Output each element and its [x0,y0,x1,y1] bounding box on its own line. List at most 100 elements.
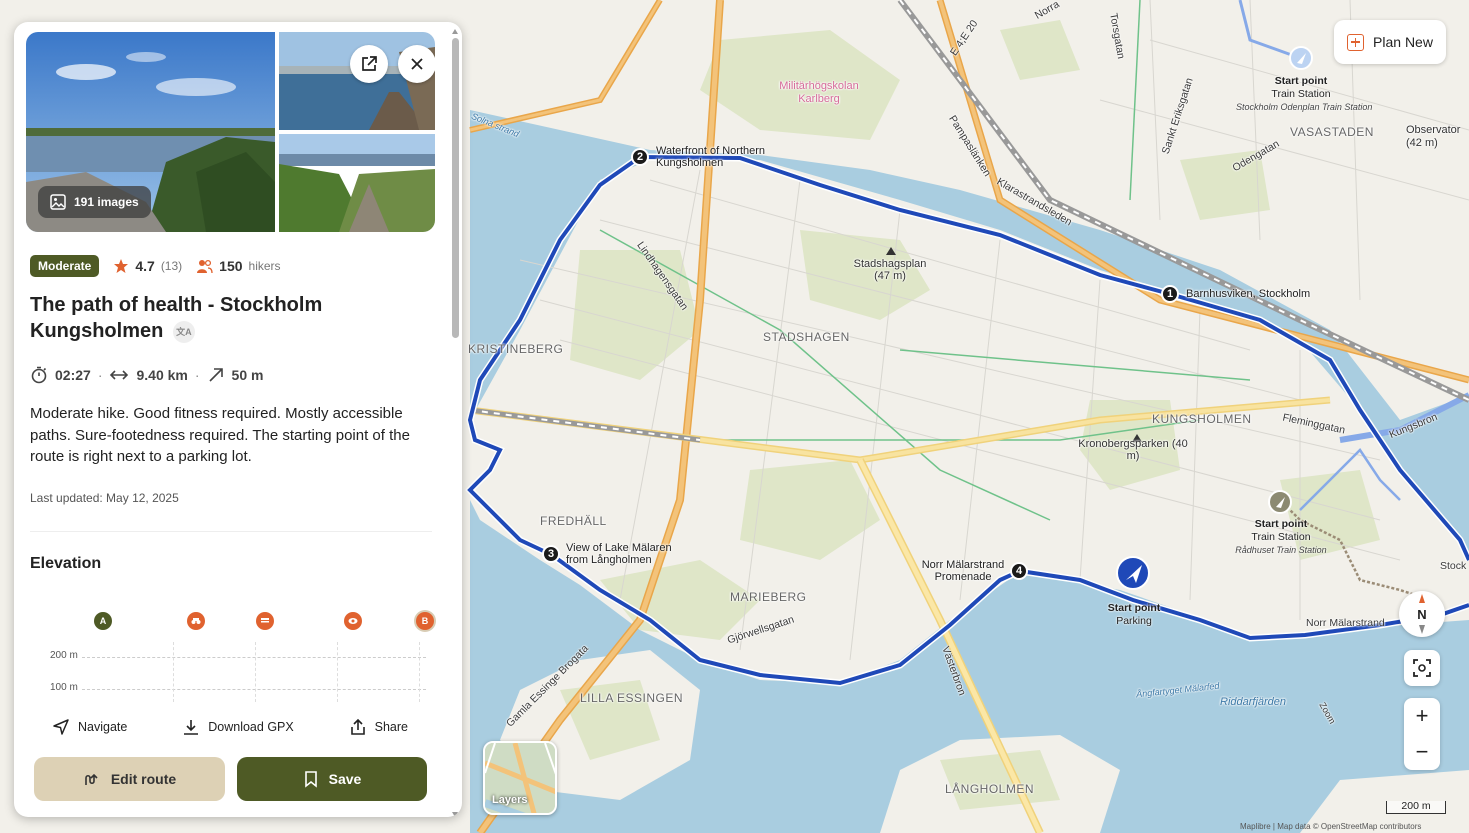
navigate-arrow-icon [53,719,69,735]
zoom-out-button[interactable]: − [1404,734,1440,770]
gallery-thumb-photo[interactable] [279,134,435,232]
translate-icon[interactable]: 文A [172,320,195,343]
map-label-stock: Stock [1440,560,1467,572]
navigate-button[interactable]: Navigate [52,718,127,736]
ascent-value: 50 m [231,367,264,383]
download-gpx-label: Download GPX [208,720,294,734]
rating-value: 4.7 [135,258,155,274]
edit-route-label: Edit route [110,771,177,787]
plus-square-icon [1347,33,1365,51]
edit-route-button[interactable]: Edit route [34,757,225,801]
binoculars-icon [191,618,201,624]
map-label-vasastaden: VASASTADEN [1290,125,1374,139]
ascent-arrow-icon [208,368,223,382]
route-description: Moderate hike. Good fitness required. Mo… [30,405,410,465]
start-point-label[interactable]: Start point Parking [1094,602,1174,628]
elevation-marker-line [173,642,174,702]
primary-actions: Edit route Save [34,757,427,801]
poi-marker-end[interactable]: B [416,612,434,630]
elevation-gridline [82,657,426,658]
users-icon [197,259,213,274]
start-point-label[interactable]: Start point Train Station Rådhuset Train… [1220,518,1342,557]
scale-bar: 200 m [1386,801,1446,814]
elevation-y-tick: 100 m [50,682,78,693]
scroll-up-arrow[interactable] [452,29,458,34]
waypoint-marker[interactable]: 4 [1010,562,1028,580]
navigate-label: Navigate [78,720,128,734]
bench-icon [261,618,269,623]
share-icon [350,718,365,735]
route-title: The path of health - Stockholm Kungsholm… [30,292,430,344]
map-label-lilla-essingen: LILLA ESSINGEN [580,691,684,705]
map-label-stadshagsplan: Stadshagsplan (47 m) [853,258,927,282]
zoom-in-button[interactable]: + [1404,698,1440,734]
hikers-count-value: 150 [219,258,243,274]
close-icon [411,58,423,70]
map-label-riddarfjarden: Riddarfjärden [1220,696,1287,708]
locate-button[interactable] [1404,650,1440,686]
panel-scrollbar[interactable] [452,29,459,817]
star-icon [114,259,129,273]
start-point-sub2: Rådhuset Train Station [1235,545,1327,555]
share-button[interactable]: Share [349,718,408,736]
save-label: Save [328,771,362,787]
map-label-militar: Militärhögskolan Karlberg [779,80,859,105]
map-label-observatory: Observator (42 m) [1406,124,1461,149]
map-attribution[interactable]: Maplibre | Map data © OpenStreetMap cont… [1240,822,1421,831]
distance-arrows-icon [110,370,129,380]
poi-marker-bench[interactable] [256,612,274,630]
route-actions: Navigate Download GPX Share [30,718,430,736]
map-label-fredhall: FREDHÄLL [540,514,607,528]
image-count-button[interactable]: 191 images [38,186,151,218]
stopwatch-icon [31,366,47,384]
map-label-marieberg: MARIEBERG [730,590,807,604]
scroll-down-arrow[interactable] [452,812,458,817]
elevation-chart[interactable]: A B 200 m 100 m [30,602,440,702]
elevation-y-tick: 200 m [50,650,78,661]
share-label: Share [374,720,408,734]
poi-marker-eye[interactable] [344,612,362,630]
layers-button[interactable]: Layers [483,741,557,815]
save-button[interactable]: Save [237,757,427,801]
poi-marker-start[interactable]: A [94,612,112,630]
start-point-title: Start point [1254,518,1308,530]
waypoint-label: Barnhusviken, Stockholm [1186,288,1311,300]
poi-marker-viewpoint[interactable] [187,612,205,630]
route-detail-panel: 191 images Moderate 4.7 (13) 150 hikers … [14,22,462,817]
map-label-kronobergsparken: Kronobergsparken (40 m) [1078,438,1188,462]
bookmark-icon [304,771,317,788]
plan-new-button[interactable]: Plan New [1334,20,1446,64]
start-point-sub: Parking [1116,615,1152,627]
rating[interactable]: 4.7 (13) [113,258,182,274]
download-gpx-button[interactable]: Download GPX [182,718,294,736]
plan-new-label: Plan New [1373,34,1433,50]
map-label-kristineberg: KRISTINEBERG [468,342,564,356]
map-label-kungsholmen: KUNGSHOLMEN [1152,412,1252,426]
elevation-title: Elevation [30,555,102,572]
duration-value: 02:27 [55,367,91,383]
edit-route-icon [85,773,98,785]
waypoint-marker[interactable]: 2 [631,148,649,166]
locate-icon [1413,659,1431,677]
waypoint-label: Norr Mälarstrand Promenade [921,559,1005,583]
elevation-marker-line [337,642,338,702]
zoom-controls: + − [1404,698,1440,770]
open-external-button[interactable] [350,45,388,83]
elevation-gridline [82,689,426,690]
hikers-label: hikers [248,259,281,273]
waypoint-marker[interactable]: 3 [542,545,560,563]
photo-gallery[interactable]: 191 images [26,32,435,232]
compass-button[interactable]: N [1399,591,1445,637]
waypoint-label: View of Lake Mälaren from Långholmen [566,542,672,566]
last-updated: Last updated: May 12, 2025 [30,491,179,505]
map-label-langholmen: LÅNGHOLMEN [945,782,1035,796]
start-point-label[interactable]: Start point Train Station Stockholm Oden… [1236,75,1372,114]
image-icon [50,194,66,210]
close-button[interactable] [398,45,435,83]
hikers-count: 150 hikers [196,258,281,274]
waypoint-label: Waterfront of Northern Kungsholmen [656,145,766,169]
scrollbar-thumb[interactable] [452,38,459,338]
compass-label: N [1417,606,1427,622]
start-point-sub: Train Station [1271,88,1331,100]
waypoint-marker[interactable]: 1 [1161,285,1179,303]
